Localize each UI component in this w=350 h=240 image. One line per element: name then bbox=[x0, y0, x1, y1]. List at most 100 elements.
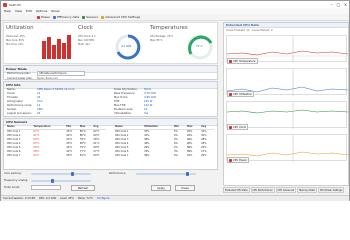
advanced-settings-button[interactable]: Advanced CPU Settings bbox=[101, 15, 140, 19]
cpu-info-label: Name: bbox=[7, 88, 16, 91]
sensors-icon bbox=[82, 15, 86, 19]
clock-line: Bus: 100 MHz bbox=[78, 39, 95, 42]
sensors-button[interactable]: Sensors bbox=[82, 15, 98, 19]
refresh-button[interactable]: Refresh bbox=[71, 185, 95, 191]
tab-cpu-performance[interactable]: CPU Performance bbox=[250, 187, 275, 193]
core-parking-knob[interactable] bbox=[71, 172, 74, 176]
tab-cpu-power-settings[interactable]: CPU Power Settings bbox=[317, 187, 345, 193]
clock-line: Multi: 42x bbox=[78, 43, 90, 46]
frequency-scaling-slider[interactable] bbox=[31, 179, 91, 183]
cpu-info-value: 142 W bbox=[144, 104, 153, 107]
clock-icon bbox=[229, 125, 232, 129]
temperature-graph-button[interactable]: CPU Temperature bbox=[227, 58, 258, 64]
utilization-line: Total Load: 45% bbox=[6, 35, 25, 38]
menu-help[interactable]: Help bbox=[4, 9, 11, 13]
cpu-info-value: 24 bbox=[37, 96, 41, 99]
gauges-panel: Utilization Total Load: 45% Max Core: 85… bbox=[3, 22, 218, 64]
minimize-button[interactable]: – bbox=[329, 2, 334, 7]
extended-cpu-panel: Extended CPU Data Cores Enabled: 12 - Co… bbox=[223, 22, 349, 186]
core-parking-slider[interactable] bbox=[31, 172, 91, 176]
cpu-info-label: Virtualization: bbox=[114, 112, 132, 115]
temperature-card: Temperatures CPU Package: 72°C Max: 85°C… bbox=[150, 25, 218, 63]
utilization-graph-button[interactable]: CPU Utilization bbox=[227, 91, 255, 97]
performance-plan-select[interactable]: Ultimate performance bbox=[37, 71, 85, 76]
cpu-info-label: Performance cores: bbox=[7, 104, 33, 107]
menu-panel[interactable]: Panel bbox=[51, 9, 59, 13]
table-cell: 4% bbox=[173, 153, 178, 157]
cpu-info-value: 12 bbox=[144, 108, 148, 111]
utilization-card: Utilization Total Load: 45% Max Core: 85… bbox=[6, 25, 76, 63]
cpu-info-value: 12 bbox=[37, 92, 41, 95]
frequency-scaling-knob[interactable] bbox=[51, 179, 54, 183]
configure-link[interactable]: Configure bbox=[97, 197, 110, 200]
temperature-table-body: CPU Core 1 67°C 45°C 85°C 62°C CPU Core 2 61°C… bbox=[6, 129, 106, 157]
menu-view[interactable]: View bbox=[15, 9, 22, 13]
tab-cpu-advanced[interactable]: CPU Advanced bbox=[275, 187, 297, 193]
cpu-info-value: 105 W bbox=[144, 100, 153, 103]
apply-button[interactable]: Apply bbox=[151, 185, 171, 191]
cpu-info-label: Base Frequency: bbox=[114, 92, 136, 95]
cpu-info-label: Threads: bbox=[7, 96, 19, 99]
clock-graph-button[interactable]: CPU Clock bbox=[227, 124, 249, 130]
clock-title: Clock bbox=[78, 25, 93, 31]
status-bar: Current session: 2:14:58 CPU: 4.2 GHz Lo… bbox=[1, 195, 349, 201]
status-cpu-clock: CPU: 4.2 GHz bbox=[38, 197, 57, 200]
table-row[interactable]: CPU Core 7 62°C 45°C 81°C 60°C bbox=[6, 153, 106, 157]
menu-edit[interactable]: Edit bbox=[26, 9, 32, 13]
toolbar: Power Efficiency data Sensors Advanced C… bbox=[1, 14, 349, 21]
cpu-info-label: Enabled cores: bbox=[114, 108, 134, 111]
temperature-icon bbox=[229, 59, 232, 63]
title-bar: Sakh PC – □ × bbox=[1, 1, 349, 8]
core-parking-label: Core parking: bbox=[4, 172, 22, 175]
window-title: Sakh PC bbox=[9, 2, 22, 7]
cpu-info-value: AMD Ryzen 9 5900X 12-Core bbox=[37, 88, 75, 91]
power-button[interactable]: Power bbox=[37, 15, 50, 19]
temperature-gauge-value: 72°C bbox=[196, 45, 203, 48]
table-cell: 29% bbox=[201, 153, 207, 157]
performance-label: Performance bbox=[109, 172, 126, 175]
current-plan-label: Current power plan: bbox=[7, 77, 33, 80]
session-time: Current session: 2:14:58 bbox=[3, 197, 35, 200]
cpu-info-value: AM4 bbox=[37, 108, 43, 111]
performance-slider[interactable] bbox=[136, 172, 196, 176]
cpu-info-label: Cores: bbox=[7, 92, 16, 95]
cores-enabled-text: Cores Enabled: 12 - Cores Parked: 0 bbox=[226, 29, 273, 32]
table-cell: 91% bbox=[186, 153, 193, 157]
power-graph-icon bbox=[229, 158, 232, 162]
cpu-info-value: Stock bbox=[144, 88, 152, 91]
efficiency-button[interactable]: Efficiency data bbox=[53, 15, 79, 19]
turbo-boost-label: Turbo boost: bbox=[4, 186, 21, 189]
utilization-icon bbox=[229, 92, 232, 96]
utilization-line: Max Core: 85% bbox=[6, 39, 25, 42]
clock-line: CPU Clock: 4.2 bbox=[78, 35, 96, 38]
app-window: Sakh PC – □ × Help View Edit Options Pan… bbox=[0, 0, 350, 201]
table-row[interactable]: CPU Core 7 36% 4% 91% 29% bbox=[114, 153, 214, 157]
close-window-button[interactable]: × bbox=[343, 2, 348, 7]
menu-options[interactable]: Options bbox=[36, 9, 48, 13]
maximize-button[interactable]: □ bbox=[336, 2, 341, 7]
cpu-info-value: 12 bbox=[37, 104, 41, 107]
cpu-info-label: Socket: bbox=[7, 108, 17, 111]
table-cell: 62°C bbox=[33, 153, 40, 157]
performance-knob[interactable] bbox=[186, 172, 189, 176]
table-cell: 45°C bbox=[66, 153, 73, 157]
cpu-info-label: TDP: bbox=[114, 100, 121, 103]
current-plan-value: Ryzen Balanced bbox=[37, 77, 58, 80]
cpu-sensors-panel: CPU Sensors Name Temperature Min Max Avg CPU… bbox=[3, 118, 218, 170]
power-mode-header: Power Mode bbox=[4, 66, 217, 73]
utilization-title: Utilization bbox=[6, 25, 34, 31]
cpu-info-header: CPU Info bbox=[4, 82, 217, 89]
cpu-info-label: Logical processors: bbox=[7, 112, 32, 115]
frequency-scaling-label: Frequency scaling: bbox=[4, 179, 29, 182]
tab-memory-data[interactable]: Memory Data bbox=[297, 187, 317, 193]
table-cell: 60°C bbox=[93, 153, 100, 157]
power-graph-button[interactable]: CPU Power bbox=[227, 157, 249, 163]
temperature-line: CPU Package: 72°C bbox=[150, 35, 174, 38]
close-button[interactable]: Close bbox=[175, 185, 195, 191]
turbo-boost-select[interactable] bbox=[31, 185, 61, 190]
tab-extended-cpu-data[interactable]: Extended CPU Data bbox=[223, 187, 250, 193]
status-load: Load: 45% bbox=[60, 197, 74, 200]
settings-icon bbox=[101, 15, 105, 19]
table-cell: CPU Core 7 bbox=[115, 153, 129, 157]
bottom-tabs: Extended CPU Data CPU Performance CPU Ad… bbox=[223, 187, 349, 193]
